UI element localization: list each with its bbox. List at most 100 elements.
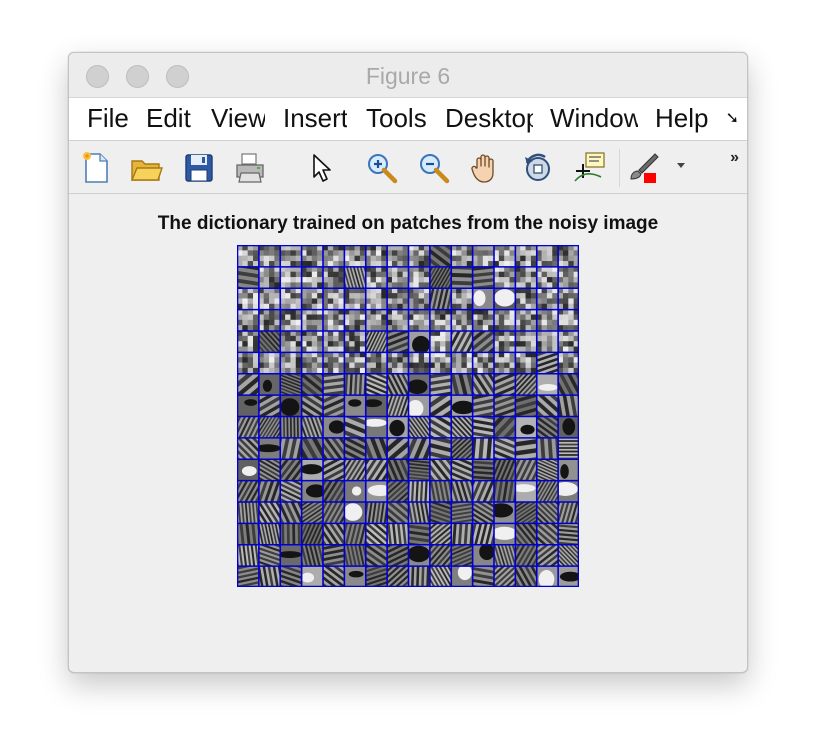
data-cursor-button[interactable] [573, 151, 607, 185]
dictionary-atom [301, 309, 323, 331]
dictionary-atom [472, 309, 494, 331]
dictionary-atom [301, 351, 323, 374]
dictionary-atom [237, 245, 259, 267]
dictionary-atom [557, 330, 579, 352]
dictionary-atom [514, 351, 537, 374]
dictionary-atom [322, 287, 344, 310]
dictionary-atom [557, 266, 579, 288]
print-figure-button[interactable] [233, 151, 267, 185]
dictionary-atom [408, 245, 430, 267]
dictionary-atom [322, 330, 344, 352]
menu-help[interactable]: Help [655, 103, 711, 133]
zoom-in-button[interactable] [365, 151, 399, 185]
rotate-3d-button[interactable] [521, 151, 555, 185]
dictionary-atom [279, 394, 302, 416]
dictionary-atom [365, 266, 387, 288]
toolbar-separator [619, 149, 620, 187]
dictionary-atom [514, 245, 537, 267]
brush-dropdown-icon[interactable] [677, 163, 685, 168]
rotate-icon [525, 153, 550, 181]
dictionary-atom [450, 309, 473, 331]
dictionary-atom [386, 416, 408, 438]
printer-icon [236, 153, 264, 183]
dictionary-atom [258, 309, 280, 331]
dictionary-atom [343, 480, 366, 502]
dictionary-atom [493, 351, 515, 374]
dictionary-atom [429, 351, 451, 374]
dictionary-atom [343, 287, 366, 310]
dictionary-atom [450, 394, 473, 416]
title-bar[interactable]: Figure 6 [69, 53, 747, 98]
folder-open-icon [130, 160, 163, 181]
pointer-arrow-icon [313, 154, 331, 182]
window-title: Figure 6 [365, 63, 451, 89]
edit-plot-button[interactable] [305, 151, 339, 185]
dictionary-atom [343, 245, 366, 267]
menu-edit[interactable]: Edit [146, 103, 192, 133]
open-file-button[interactable] [129, 151, 163, 185]
zoom-out-button[interactable] [417, 151, 451, 185]
plot-title: The dictionary trained on patches from t… [157, 213, 659, 234]
dictionary-atom [279, 351, 302, 374]
dictionary-atom [237, 351, 259, 374]
pan-button[interactable] [469, 151, 503, 185]
dictionary-atom [258, 373, 280, 395]
toolbar-more-icon[interactable]: » [730, 149, 739, 167]
dictionary-atom [408, 351, 430, 374]
dictionary-atom [493, 287, 515, 310]
dictionary-atom [386, 245, 408, 267]
dictionary-atom [536, 373, 558, 395]
dictionary-atom [237, 458, 259, 481]
save-figure-button[interactable] [182, 151, 216, 185]
dictionary-atom [408, 309, 430, 331]
dictionary-atom [301, 287, 323, 310]
menu-file[interactable]: File [87, 103, 129, 133]
dictionary-atom [408, 287, 430, 310]
dictionary-atom [429, 309, 451, 331]
dictionary-atom [365, 287, 387, 310]
dictionary-atom [258, 266, 280, 288]
dictionary-atom [322, 351, 344, 374]
dictionary-atom [536, 245, 558, 267]
dictionary-atom [536, 309, 558, 331]
dictionary-atom [343, 309, 366, 331]
dictionary-atom [408, 266, 430, 288]
dictionary-atom [429, 330, 451, 352]
dictionary-atom [408, 544, 430, 566]
menu-overflow-icon[interactable]: ➘ [726, 108, 739, 128]
dictionary-atom [493, 309, 515, 331]
dictionary-atom [450, 287, 473, 310]
dictionary-atom [322, 266, 344, 288]
hand-icon [471, 154, 494, 183]
data-tip-icon [574, 152, 605, 182]
dictionary-atom [514, 330, 537, 352]
menu-insert[interactable]: Insert [283, 103, 347, 133]
menu-desktop[interactable]: Desktop [445, 103, 533, 133]
dictionary-atom [408, 394, 430, 416]
menu-tools[interactable]: Tools [366, 103, 428, 133]
dictionary-atom [493, 266, 515, 288]
dictionary-atom [386, 287, 408, 310]
menu-bar: File Edit View Insert Tools Desktop Wind… [69, 98, 747, 141]
new-figure-button[interactable] [79, 151, 113, 185]
menu-window[interactable]: Window [550, 103, 638, 133]
dictionary-atom [301, 458, 323, 481]
dictionary-atom [258, 351, 280, 374]
dictionary-atom [536, 565, 558, 587]
dictionary-atom [322, 416, 344, 438]
dictionary-atom [536, 330, 558, 352]
brush-button[interactable] [625, 151, 659, 185]
dictionary-atom [514, 416, 537, 438]
dictionary-atom [472, 287, 494, 310]
dictionary-atom [322, 309, 344, 331]
dictionary-mosaic [237, 245, 579, 587]
dictionary-atom [237, 309, 259, 331]
zoom-in-icon [368, 154, 398, 184]
new-document-icon [83, 152, 108, 183]
dictionary-atom [472, 245, 494, 267]
dictionary-atom [557, 245, 579, 267]
dictionary-atom [408, 330, 430, 352]
dictionary-atom [279, 309, 302, 331]
menu-view[interactable]: View [211, 103, 265, 133]
dictionary-atom [279, 266, 302, 288]
